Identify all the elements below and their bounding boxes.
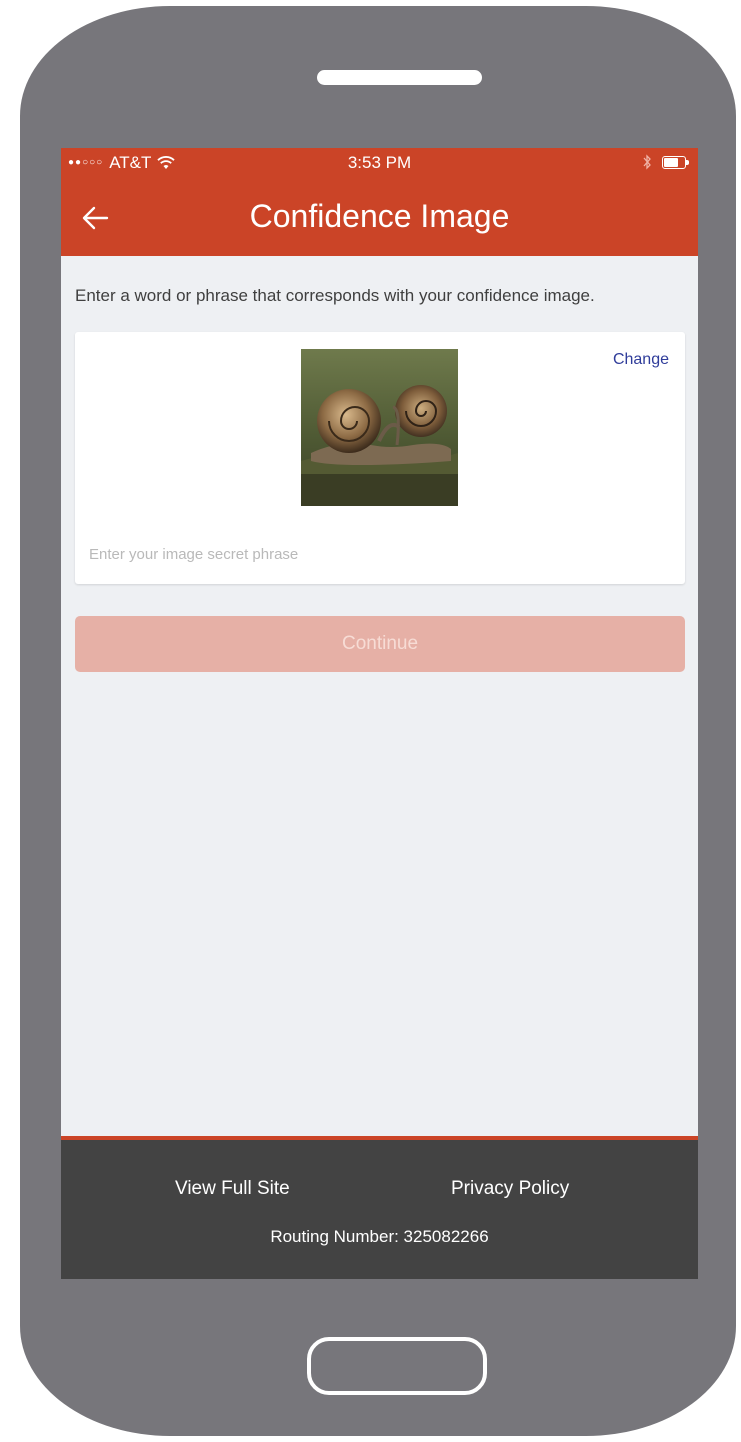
- footer: View Full Site Privacy Policy Routing Nu…: [61, 1136, 698, 1279]
- view-full-site-link[interactable]: View Full Site: [175, 1178, 290, 1200]
- change-image-link[interactable]: Change: [613, 351, 669, 369]
- bluetooth-icon: [643, 154, 651, 170]
- phone-speaker: [317, 70, 482, 85]
- battery-icon: [662, 155, 690, 169]
- confidence-image: [301, 349, 458, 506]
- status-right: [642, 154, 690, 170]
- confidence-image-card: Change: [75, 332, 685, 584]
- app-screen: ●●○○○ AT&T 3:53 PM Confidence Image Ente…: [61, 148, 698, 1279]
- status-bar: ●●○○○ AT&T 3:53 PM: [61, 148, 698, 178]
- secret-phrase-input[interactable]: [89, 542, 389, 566]
- status-time: 3:53 PM: [347, 153, 412, 172]
- privacy-policy-link[interactable]: Privacy Policy: [451, 1178, 569, 1200]
- instruction-text: Enter a word or phrase that corresponds …: [75, 286, 595, 305]
- page-title: Confidence Image: [249, 198, 510, 234]
- snails-photo: [301, 349, 458, 506]
- title-bar: Confidence Image: [61, 178, 698, 256]
- continue-button[interactable]: Continue: [75, 616, 685, 672]
- phone-home-button[interactable]: [307, 1337, 487, 1395]
- routing-number: Routing Number: 325082266: [270, 1227, 489, 1246]
